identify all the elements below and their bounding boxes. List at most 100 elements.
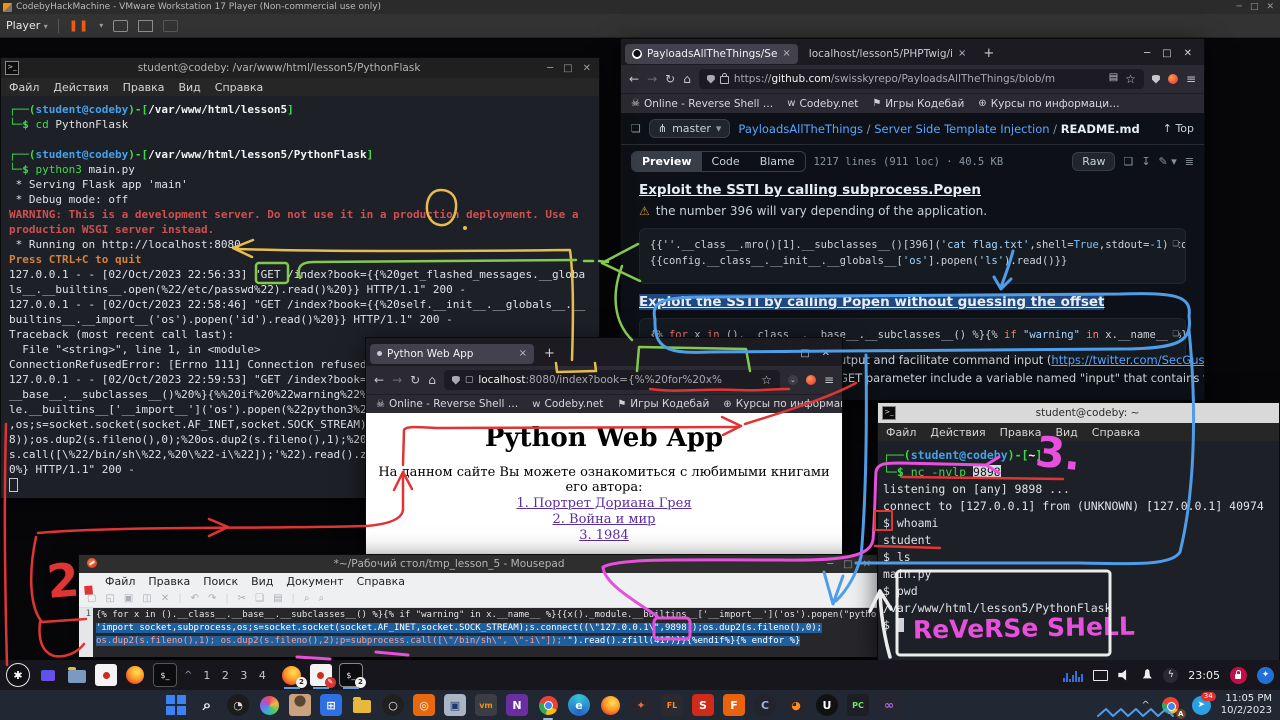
search-icon[interactable]: ⌕ xyxy=(304,593,310,604)
menu-item-вид[interactable]: Вид xyxy=(178,81,200,94)
back-icon[interactable]: ← xyxy=(629,72,639,86)
url-bar[interactable]: https://github.com/swisskyrepo/PayloadsA… xyxy=(699,69,1144,89)
tracking-shield-icon[interactable] xyxy=(452,376,460,385)
save-as-icon[interactable]: ◫ xyxy=(142,593,151,604)
vm-clock[interactable]: 23:05 xyxy=(1188,669,1220,682)
menu-icon[interactable]: ≡ xyxy=(1186,72,1196,86)
firefox-account-icon[interactable] xyxy=(806,375,816,385)
taskbar-icon-calendar[interactable]: ⊞ xyxy=(320,694,342,716)
menu-item-справка[interactable]: Справка xyxy=(215,81,263,94)
tray-chevron-icon[interactable]: ^ xyxy=(1141,700,1149,711)
tab-code[interactable]: Code xyxy=(702,152,750,171)
notifications-bell-icon[interactable] xyxy=(1141,669,1153,681)
taskbar-icon-substance[interactable]: S xyxy=(692,694,714,716)
menu-item-правка[interactable]: Правка xyxy=(123,81,165,94)
windows-clock[interactable]: 11:05 PM 10/2/2023 xyxy=(1221,693,1272,717)
maximize-button[interactable]: □ xyxy=(563,63,572,74)
minimize-button[interactable]: ─ xyxy=(1144,48,1150,59)
taskbar-mousepad-running[interactable]: ✎ xyxy=(310,664,332,686)
bookmark-item[interactable]: ⊕Курсы по информаци… xyxy=(723,398,842,410)
taskbar-icon-app-orange[interactable]: ◎ xyxy=(413,694,435,716)
taskbar-icon-fl-studio[interactable]: FL xyxy=(661,694,683,716)
taskbar-icon-resolve[interactable]: ✦ xyxy=(630,694,652,716)
display-icon[interactable] xyxy=(1093,670,1108,681)
pause-dropdown-icon[interactable]: ▾ xyxy=(99,21,103,30)
copy-icon[interactable]: ❏ xyxy=(1168,235,1179,251)
taskbar-icon-hub[interactable] xyxy=(258,694,280,716)
terminal2-titlebar[interactable]: >_ student@codeby: ~ xyxy=(878,403,1279,423)
reload-icon[interactable]: ↻ xyxy=(410,373,420,387)
home-icon[interactable]: ⌂ xyxy=(428,373,436,387)
tray-telegram-icon[interactable]: ➤34 xyxy=(1192,696,1211,715)
menu-item-справка[interactable]: Справка xyxy=(1092,426,1140,439)
open-icon[interactable]: ◱ xyxy=(105,593,114,604)
terminal1-titlebar[interactable]: >_ student@codeby: /var/www/html/lesson5… xyxy=(1,58,599,78)
firefox-pin-icon[interactable] xyxy=(124,664,146,686)
taskbar-icon-folder[interactable] xyxy=(351,694,373,716)
pocket-icon[interactable]: ⌄ xyxy=(788,375,798,385)
taskbar-icon-virtualbox[interactable]: ▣ xyxy=(444,694,466,716)
new-tab-button[interactable]: + xyxy=(977,46,1000,61)
raw-button[interactable]: Raw xyxy=(1072,152,1115,171)
taskbar-icon-pycharm[interactable]: PC xyxy=(847,694,869,716)
close-button[interactable]: ✕ xyxy=(822,348,830,359)
send-ctrl-alt-del-icon[interactable] xyxy=(113,20,128,32)
copy-icon[interactable]: ❏ xyxy=(1168,325,1179,341)
copy-icon[interactable]: ❏ xyxy=(1123,155,1133,168)
menu-item-вид[interactable]: Вид xyxy=(251,575,273,588)
close-button[interactable]: ✕ xyxy=(583,63,591,74)
codeby-logo-icon[interactable]: ✱ xyxy=(6,663,30,687)
breadcrumb-repo[interactable]: PayloadsAllTheThings xyxy=(738,122,863,136)
bookmark-item[interactable]: ☠Online - Reverse Shell … xyxy=(376,398,518,410)
bookmark-item[interactable]: ☠Online - Reverse Shell … xyxy=(631,98,773,110)
minimize-button[interactable]: ─ xyxy=(827,559,833,570)
player-menu[interactable]: Player ▾ xyxy=(6,19,48,32)
tab-localhost-phptwig[interactable]: localhost/lesson5/PHPTwig/i × xyxy=(802,44,974,64)
chevron-up-icon[interactable]: ^ xyxy=(184,670,192,681)
pause-vm-button[interactable]: ❚❚ xyxy=(69,19,89,32)
firefox-account-icon[interactable] xyxy=(1168,74,1178,84)
heading-subprocess-popen[interactable]: Exploit the SSTI by calling subprocess.P… xyxy=(621,178,1204,200)
breadcrumb-folder[interactable]: Server Side Template Injection xyxy=(874,122,1049,136)
maximize-button[interactable]: □ xyxy=(843,559,852,570)
maximize-button[interactable]: □ xyxy=(1162,48,1171,59)
taskbar-icon-adobe-f[interactable]: F xyxy=(723,694,745,716)
tab-close-icon[interactable]: × xyxy=(519,348,527,359)
taskbar-firefox-running[interactable]: 2 xyxy=(281,664,303,686)
workspace-switcher[interactable]: 1 2 3 4 xyxy=(203,669,269,682)
cut-icon[interactable]: ✂ xyxy=(238,593,246,604)
tab-payloadsallthethings[interactable]: PayloadsAllTheThings/Se × xyxy=(625,44,798,64)
volume-icon[interactable] xyxy=(1118,669,1131,681)
bookmark-item[interactable]: wCodeby.net xyxy=(787,98,858,110)
taskbar-icon-blender[interactable]: ◕ xyxy=(785,694,807,716)
taskbar-icon-app-dark[interactable]: ○ xyxy=(382,694,404,716)
taskbar-icon-unreal[interactable]: U xyxy=(816,694,838,716)
maximize-button[interactable]: □ xyxy=(800,348,809,359)
book-link-2[interactable]: 2. Война и мир xyxy=(366,512,842,527)
back-icon[interactable]: ← xyxy=(374,373,384,387)
heading-popen-offset[interactable]: Exploit the SSTI by calling Popen withou… xyxy=(621,290,1204,312)
taskbar-icon-onenote[interactable]: N xyxy=(506,694,528,716)
menu-item-правка[interactable]: Правка xyxy=(148,575,190,588)
book-link-1[interactable]: 1. Портрет Дориана Грея xyxy=(366,496,842,511)
edit-icon[interactable]: ✎ ▾ xyxy=(1159,155,1177,168)
mousepad-titlebar[interactable]: *~/Рабочий стол/tmp_lesson_5 - Mousepad … xyxy=(79,555,879,573)
reload-icon[interactable]: ↻ xyxy=(665,72,675,86)
close-button[interactable]: ✕ xyxy=(1184,48,1192,59)
mousepad-editor[interactable]: 1 {% for x in ().__class__.__base__.__su… xyxy=(79,608,879,657)
file-manager-icon[interactable] xyxy=(66,664,88,686)
taskbar-icon-firefox[interactable] xyxy=(599,694,621,716)
bookmark-star-icon[interactable]: ☆ xyxy=(1125,72,1136,86)
tab-python-web-app[interactable]: Python Web App × xyxy=(370,344,534,364)
tray-chrome-icon[interactable]: A xyxy=(1160,694,1182,716)
tab-blame[interactable]: Blame xyxy=(750,152,805,171)
menu-item-документ[interactable]: Документ xyxy=(286,575,343,588)
new-tab-button[interactable]: + xyxy=(538,346,561,361)
top-link[interactable]: ↑ Top xyxy=(1163,122,1194,135)
minimize-button[interactable]: ─ xyxy=(782,348,788,359)
sidebar-toggle-icon[interactable]: ❏ xyxy=(631,122,641,135)
taskbar-icon-vmware[interactable]: vm xyxy=(475,694,497,716)
taskbar-icon-start[interactable] xyxy=(165,694,187,716)
fullscreen-icon[interactable] xyxy=(138,20,153,32)
menu-item-поиск[interactable]: Поиск xyxy=(203,575,238,588)
